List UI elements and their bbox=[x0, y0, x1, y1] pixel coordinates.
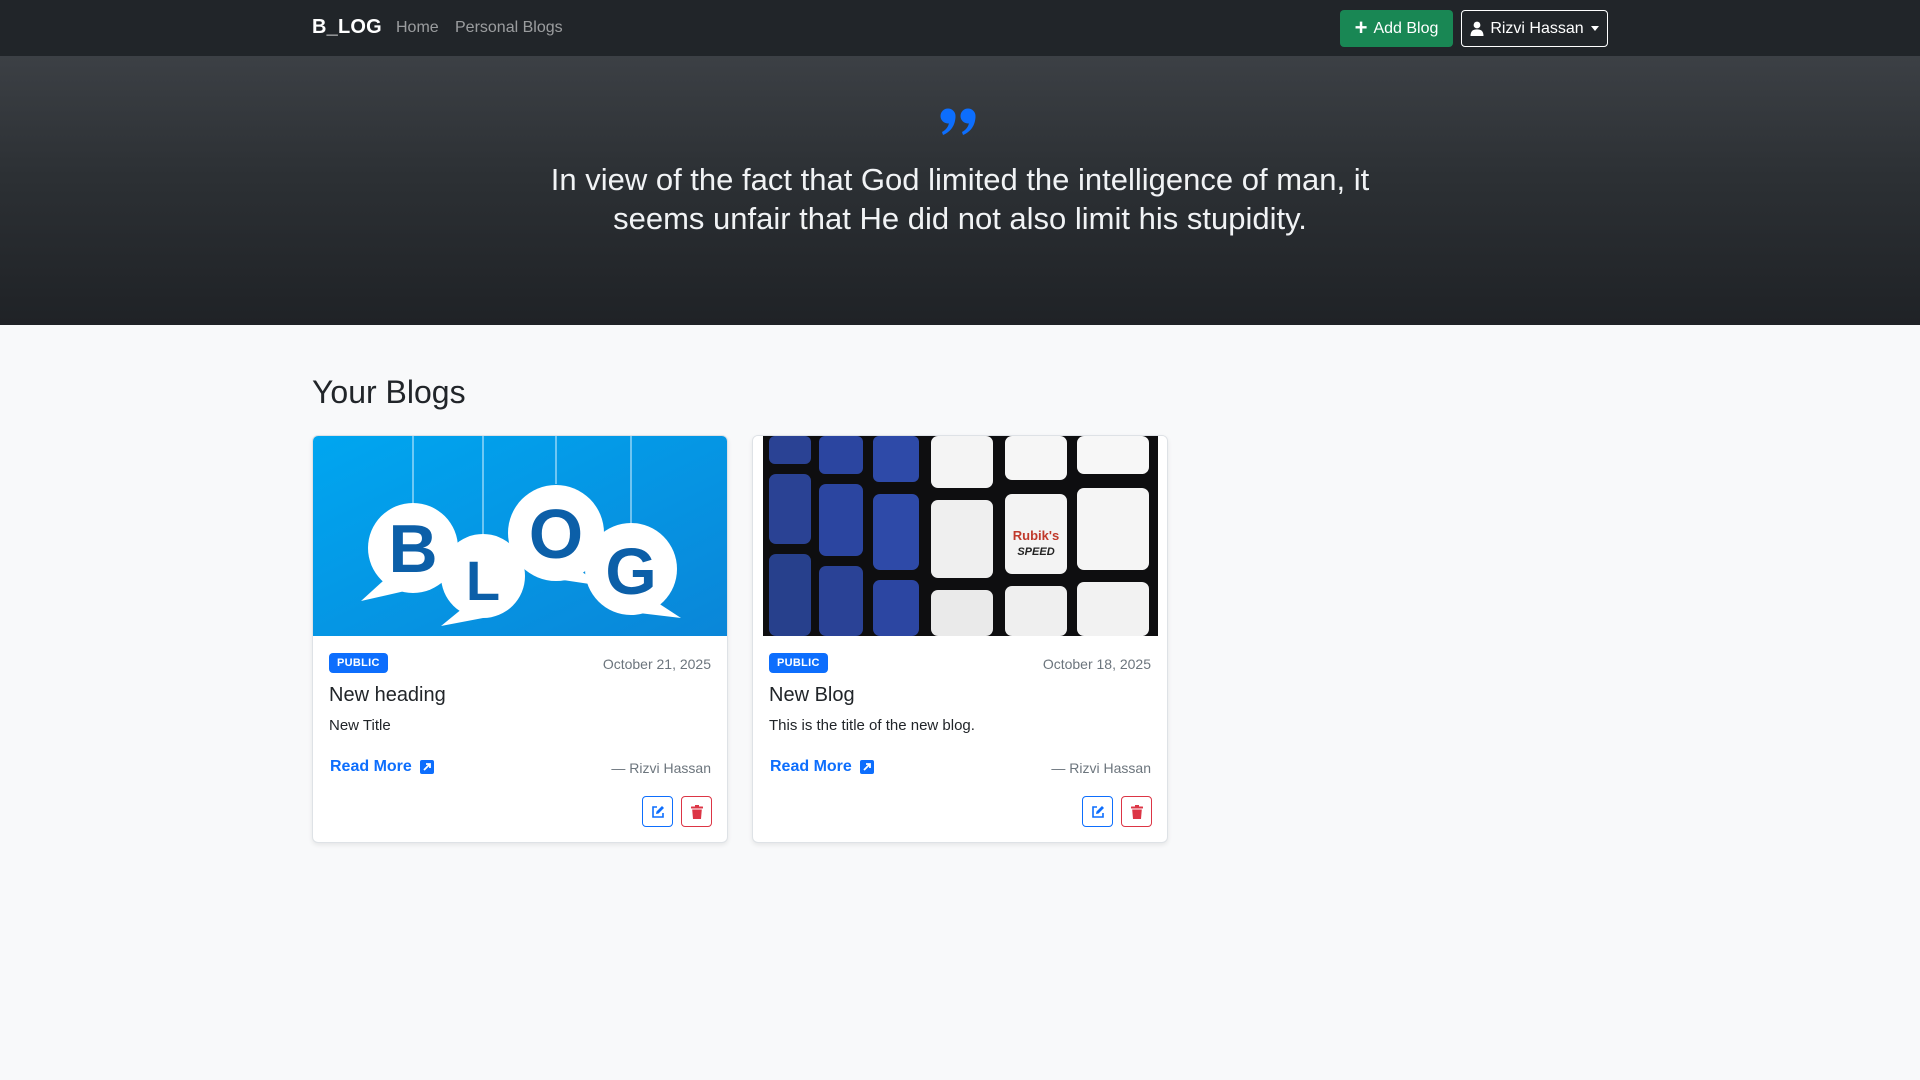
user-menu-button[interactable]: Rizvi Hassan bbox=[1461, 10, 1608, 47]
svg-text:O: O bbox=[529, 495, 583, 573]
blog-title: New heading bbox=[329, 684, 446, 706]
svg-text:B: B bbox=[388, 511, 437, 587]
blog-title: New Blog bbox=[769, 684, 855, 706]
external-link-icon bbox=[419, 760, 434, 774]
plus-icon: + bbox=[1354, 14, 1368, 40]
edit-icon bbox=[1091, 805, 1104, 818]
svg-text:SPEED: SPEED bbox=[1017, 546, 1054, 558]
blog-date: October 18, 2025 bbox=[1042, 656, 1151, 672]
user-name: Rizvi Hassan bbox=[1490, 19, 1584, 37]
quote-icon bbox=[940, 108, 976, 135]
section-title: Your Blogs bbox=[312, 374, 466, 410]
read-more-link[interactable]: Read More bbox=[770, 758, 874, 776]
blog-card: Rubik's SPEED PUBLIC October 18, 2025 Ne… bbox=[752, 435, 1168, 843]
visibility-badge: PUBLIC bbox=[769, 653, 828, 673]
read-more-link[interactable]: Read More bbox=[330, 758, 434, 776]
blog-card-image[interactable]: Rubik's SPEED bbox=[753, 436, 1167, 636]
edit-button[interactable] bbox=[1082, 796, 1113, 827]
trash-icon bbox=[690, 804, 703, 819]
blog-excerpt: This is the title of the new blog. bbox=[769, 717, 975, 734]
blog-excerpt: New Title bbox=[329, 717, 391, 734]
svg-text:G: G bbox=[605, 534, 656, 608]
edit-icon bbox=[651, 805, 664, 818]
delete-button[interactable] bbox=[1121, 796, 1152, 827]
user-icon bbox=[1470, 21, 1484, 36]
hero-quote: In view of the fact that God limited the… bbox=[550, 162, 1370, 236]
delete-button[interactable] bbox=[681, 796, 712, 827]
trash-icon bbox=[1130, 804, 1143, 819]
visibility-badge: PUBLIC bbox=[329, 653, 388, 673]
brand-logo[interactable]: B_LOG bbox=[312, 16, 382, 39]
svg-text:L: L bbox=[466, 549, 500, 612]
read-more-label: Read More bbox=[330, 758, 412, 775]
blog-date: October 21, 2025 bbox=[602, 656, 711, 672]
chevron-down-icon bbox=[1590, 26, 1599, 31]
navbar: B_LOG Home Personal Blogs + Add Blog Riz… bbox=[0, 0, 1920, 56]
external-link-icon bbox=[859, 760, 874, 774]
svg-text:Rubik's: Rubik's bbox=[1013, 528, 1059, 543]
blog-author: — Rizvi Hassan bbox=[1051, 760, 1151, 776]
read-more-label: Read More bbox=[770, 758, 852, 775]
add-blog-button[interactable]: + Add Blog bbox=[1340, 10, 1453, 47]
nav-link-home[interactable]: Home bbox=[396, 19, 439, 37]
blog-card: B L O G PUBLIC October 21, 2025 New head… bbox=[312, 435, 728, 843]
edit-button[interactable] bbox=[642, 796, 673, 827]
nav-link-personal-blogs[interactable]: Personal Blogs bbox=[455, 19, 563, 37]
blog-card-image[interactable]: B L O G bbox=[313, 436, 727, 636]
add-blog-label: Add Blog bbox=[1373, 19, 1439, 37]
blog-author: — Rizvi Hassan bbox=[611, 760, 711, 776]
